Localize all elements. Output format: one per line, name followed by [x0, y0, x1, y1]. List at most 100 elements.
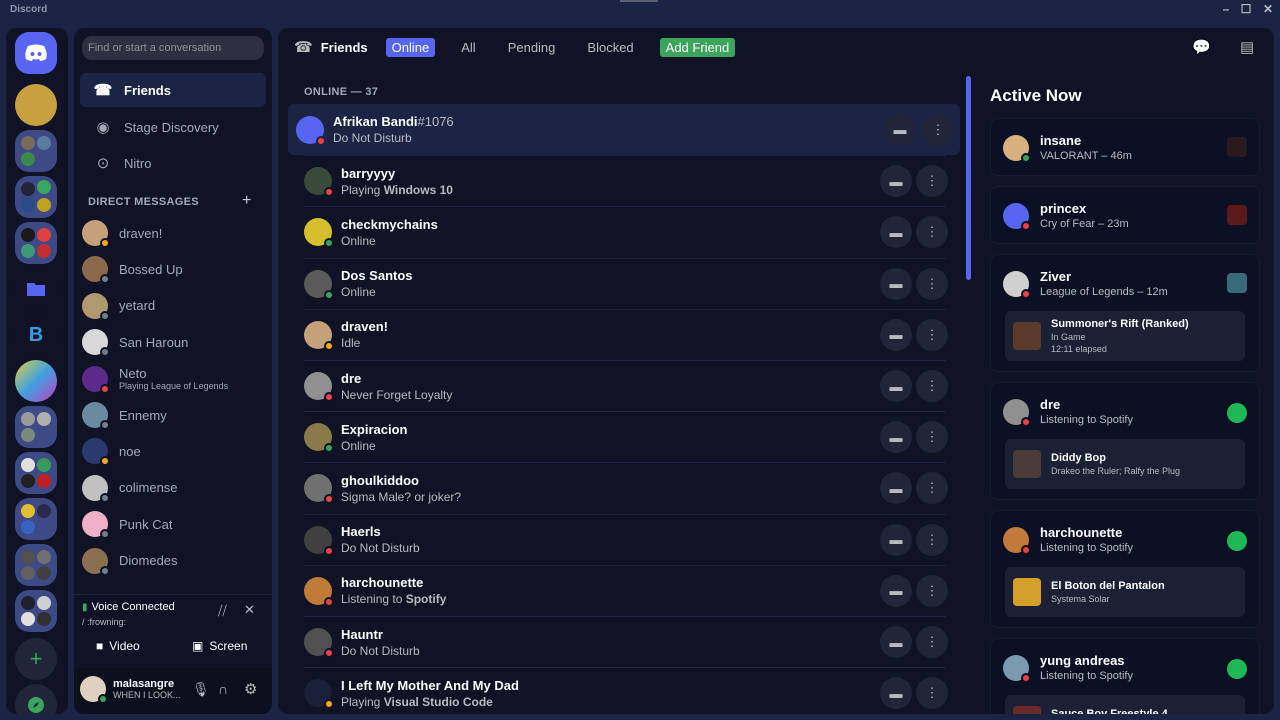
headphones-icon[interactable]: ∩ — [218, 681, 228, 697]
message-button[interactable]: ▬ — [880, 267, 912, 300]
message-button[interactable]: ▬ — [880, 523, 912, 556]
server-folder[interactable] — [15, 176, 57, 218]
nav-nitro[interactable]: ⊙ Nitro — [80, 146, 266, 180]
dm-item[interactable]: Ennemy — [82, 398, 264, 432]
more-options-button[interactable]: ⋮ — [916, 523, 948, 556]
friend-row[interactable]: ghoulkiddoo Sigma Male? or joker? ▬ ⋮ — [304, 462, 948, 513]
microphone-icon[interactable]: 🎙 — [192, 681, 210, 698]
server-folder[interactable] — [15, 130, 57, 172]
explore-icon[interactable] — [15, 684, 57, 714]
friend-row[interactable]: Afrikan Bandi#1076 Do Not Disturb ▬ ⋮ — [288, 104, 960, 155]
add-server-icon[interactable]: + — [15, 638, 57, 680]
dm-item[interactable]: Bossed Up — [82, 252, 264, 286]
home-button[interactable] — [15, 32, 57, 74]
more-options-button[interactable]: ⋮ — [922, 113, 954, 146]
more-options-button[interactable]: ⋮ — [916, 421, 948, 454]
voice-channel[interactable]: / :frowning: — [82, 617, 126, 627]
noise-suppression-icon[interactable]: ⧸⧸ — [218, 603, 227, 619]
video-button[interactable]: ■ Video — [96, 639, 140, 653]
more-options-button[interactable]: ⋮ — [916, 318, 948, 351]
dm-item[interactable]: draven! — [82, 216, 264, 250]
friend-row[interactable]: draven! Idle ▬ ⋮ — [304, 308, 948, 360]
nav-friends[interactable]: ☎ Friends — [80, 73, 266, 107]
active-now-card[interactable]: princex Cry of Fear – 23m — [990, 186, 1260, 244]
server-icon[interactable] — [15, 360, 57, 402]
tab-online[interactable]: Online — [385, 37, 436, 57]
message-button[interactable]: ▬ — [880, 472, 912, 505]
disconnect-icon[interactable]: ✕ — [244, 602, 255, 618]
maximize-icon[interactable]: ☐ — [1238, 2, 1254, 16]
dm-item[interactable]: noe — [82, 434, 264, 468]
tab-pending[interactable]: Pending — [502, 38, 562, 57]
message-button[interactable]: ▬ — [880, 370, 912, 402]
settings-gear-icon[interactable]: ⚙ — [244, 680, 257, 698]
active-now-card[interactable]: harchounette Listening to Spotify El Boton… — [990, 510, 1260, 628]
more-options-button[interactable]: ⋮ — [916, 626, 948, 658]
message-button[interactable]: ▬ — [884, 113, 916, 146]
active-now-card[interactable]: yung andreas Listening to Spotify Sauce Bo… — [990, 638, 1260, 714]
folder-icon[interactable] — [15, 268, 57, 310]
more-options-button[interactable]: ⋮ — [916, 267, 948, 300]
avatar[interactable] — [80, 676, 108, 704]
nav-stage-discovery[interactable]: ◉ Stage Discovery — [80, 110, 266, 144]
activity-line: Drakeo the Ruler; Ralfy the Plug — [1051, 466, 1181, 476]
dm-item[interactable]: Neto Playing League of Legends — [82, 362, 264, 396]
active-now-card[interactable]: insane VALORANT – 46m — [990, 118, 1260, 176]
dm-name: Bossed Up — [119, 261, 183, 277]
add-dm-icon[interactable]: + — [242, 192, 251, 210]
server-folder[interactable] — [15, 222, 57, 264]
dm-item[interactable]: Punk Cat — [82, 507, 264, 541]
friend-row[interactable]: Expiracion Online ▬ ⋮ — [304, 411, 948, 462]
friend-status: Online — [341, 233, 376, 248]
tab-all[interactable]: All — [455, 38, 481, 57]
message-button[interactable]: ▬ — [880, 216, 912, 249]
server-folder[interactable] — [15, 590, 57, 632]
more-options-button[interactable]: ⋮ — [916, 574, 948, 607]
dm-item[interactable]: San Haroun — [82, 325, 264, 359]
avatar — [1003, 526, 1031, 555]
minimize-icon[interactable]: – — [1218, 2, 1234, 16]
scrollbar[interactable] — [966, 76, 971, 280]
close-icon[interactable]: ✕ — [1260, 2, 1276, 16]
message-button[interactable]: ▬ — [880, 318, 912, 351]
dm-item[interactable]: yetard — [82, 289, 264, 323]
more-options-button[interactable]: ⋮ — [916, 370, 948, 402]
server-folder[interactable] — [15, 498, 57, 540]
message-button[interactable]: ▬ — [880, 574, 912, 607]
friend-row[interactable]: dre Never Forget Loyalty ▬ ⋮ — [304, 360, 948, 411]
friend-row[interactable]: barryyyy Playing Windows 10 ▬ ⋮ — [304, 155, 948, 206]
message-button[interactable]: ▬ — [880, 626, 912, 658]
more-options-button[interactable]: ⋮ — [916, 216, 948, 249]
server-icon[interactable]: B — [15, 314, 57, 356]
message-button[interactable]: ▬ — [880, 677, 912, 710]
more-options-button[interactable]: ⋮ — [916, 165, 948, 198]
more-options-button[interactable]: ⋮ — [916, 472, 948, 505]
add-friend-button[interactable]: Add Friend — [659, 37, 736, 57]
message-button[interactable]: ▬ — [880, 165, 912, 198]
dm-item[interactable]: Diomedes — [82, 544, 264, 578]
friend-name: Dos Santos — [341, 268, 413, 284]
friend-row[interactable]: harchounette Listening to Spotify ▬ ⋮ — [304, 564, 948, 616]
server-folder[interactable] — [15, 406, 57, 448]
server-icon[interactable] — [15, 84, 57, 126]
friend-row[interactable]: I Left My Mother And My Dad Playing Visua… — [304, 667, 948, 714]
friend-status: Online — [341, 438, 376, 453]
friend-row[interactable]: Haerls Do Not Disturb ▬ ⋮ — [304, 513, 948, 565]
signal-icon: ▮ — [82, 601, 88, 613]
search-input[interactable]: Find or start a conversation — [82, 36, 264, 60]
drag-grip[interactable] — [620, 0, 658, 2]
more-options-button[interactable]: ⋮ — [916, 677, 948, 710]
friend-row[interactable]: Dos Santos Online ▬ ⋮ — [304, 257, 948, 309]
screen-share-button[interactable]: ▣ Screen — [192, 639, 247, 653]
new-group-dm-icon[interactable]: 💬 — [1192, 38, 1211, 56]
dm-item[interactable]: colimense — [82, 471, 264, 505]
server-folder[interactable] — [15, 452, 57, 494]
friend-row[interactable]: Hauntr Do Not Disturb ▬ ⋮ — [304, 616, 948, 667]
active-now-card[interactable]: dre Listening to Spotify Diddy Bop Drakeo t… — [990, 382, 1260, 500]
server-folder[interactable] — [15, 544, 57, 586]
friend-row[interactable]: checkmychains Online ▬ ⋮ — [304, 206, 948, 257]
message-button[interactable]: ▬ — [880, 421, 912, 454]
inbox-icon[interactable]: ▤ — [1240, 38, 1254, 56]
active-now-card[interactable]: Ziver League of Legends – 12m Summoner's R… — [990, 254, 1260, 372]
tab-blocked[interactable]: Blocked — [581, 38, 639, 57]
